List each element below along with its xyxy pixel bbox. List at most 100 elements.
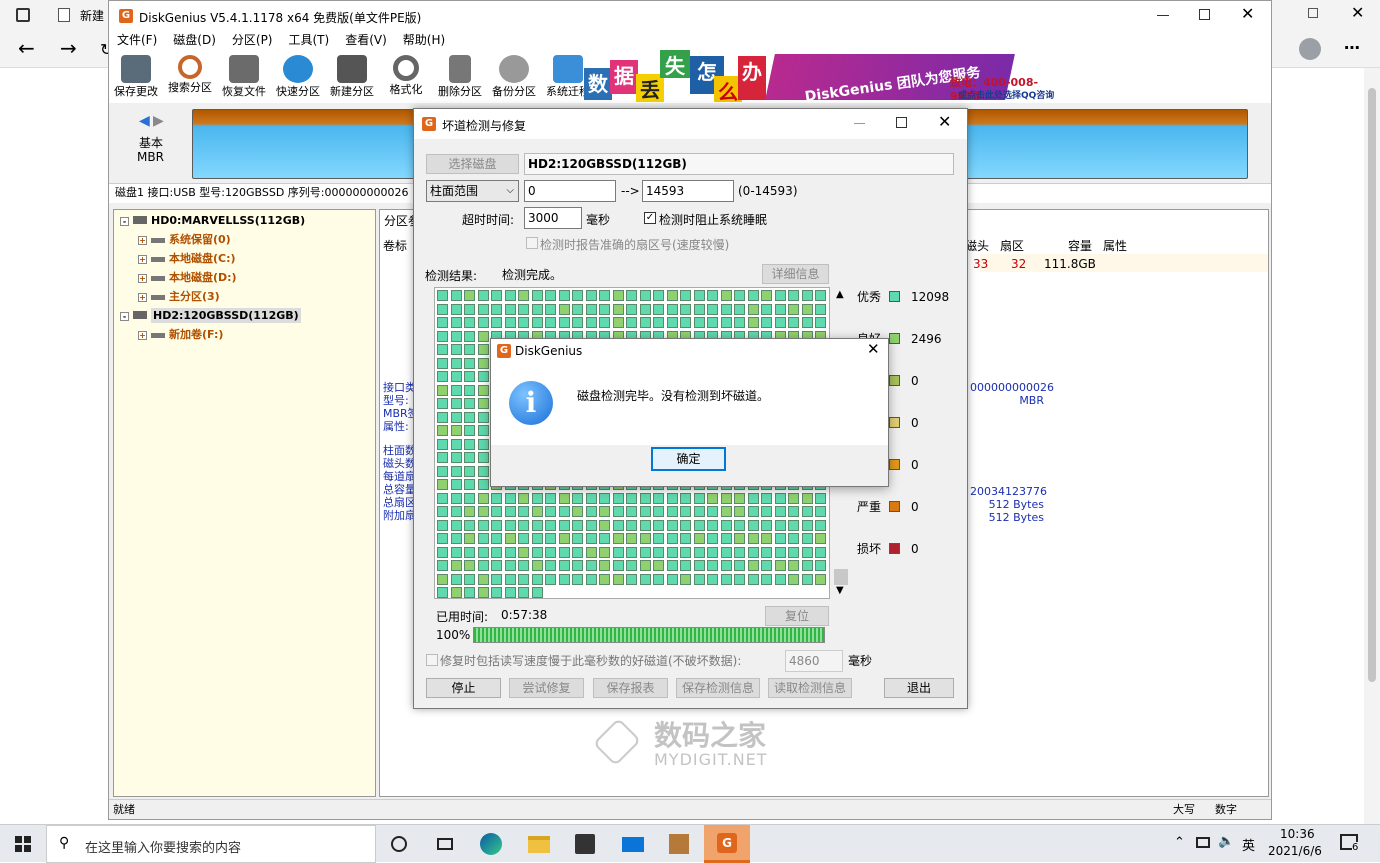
banner-char: 数: [584, 68, 612, 100]
quick-partition-button[interactable]: 快速分区: [271, 51, 325, 103]
save-report-button[interactable]: 保存报表: [593, 678, 668, 698]
minimize-icon[interactable]: [854, 123, 865, 124]
sector-cell: [626, 303, 637, 315]
scrollbar-thumb[interactable]: [834, 569, 848, 585]
recover-files-button[interactable]: 恢复文件: [217, 51, 271, 103]
volume-icon[interactable]: 🔈: [1218, 834, 1234, 849]
sector-cell: [666, 303, 678, 315]
repair-ms-input[interactable]: 4860: [785, 650, 843, 672]
range-mode-select[interactable]: 柱面范围 ⌵: [426, 180, 519, 202]
stop-button[interactable]: 停止: [426, 678, 501, 698]
load-detect-info-button[interactable]: 读取检测信息: [768, 678, 852, 698]
prev-disk-icon[interactable]: ◀: [139, 113, 150, 129]
menu-partition[interactable]: 分区(P): [224, 31, 281, 51]
ok-button[interactable]: 确定: [651, 447, 726, 471]
maximize-icon[interactable]: [896, 117, 907, 128]
tree-item[interactable]: + 系统保留(0): [138, 230, 231, 249]
clock-date[interactable]: 2021/6/6: [1268, 844, 1322, 858]
exit-button[interactable]: 退出: [884, 678, 954, 698]
scrollbar-thumb[interactable]: [1368, 88, 1376, 682]
clock-time[interactable]: 10:36: [1280, 827, 1315, 841]
tree-item[interactable]: + 新加卷(F:): [138, 325, 223, 344]
reset-button[interactable]: 复位: [765, 606, 829, 626]
scroll-up-icon[interactable]: ▲: [836, 289, 844, 300]
watermark-line1: 数码之家: [654, 719, 767, 752]
sector-cell: [572, 519, 583, 531]
report-sector-checkbox[interactable]: [526, 237, 538, 249]
detail-info-button[interactable]: 详细信息: [762, 264, 829, 284]
sector-cell: [558, 573, 570, 585]
close-icon[interactable]: ✕: [1241, 4, 1254, 23]
menu-help[interactable]: 帮助(H): [395, 31, 453, 51]
tree-item[interactable]: - HD0:MARVELLSS(112GB): [120, 211, 305, 230]
save-detect-info-button[interactable]: 保存检测信息: [676, 678, 760, 698]
disk-tree: - HD0:MARVELLSS(112GB) + 系统保留(0) + 本地磁盘(C:)…: [113, 209, 376, 797]
sector-cell: [464, 411, 475, 423]
close-browser-icon[interactable]: ✕: [1351, 3, 1364, 22]
sector-cell: [693, 560, 705, 571]
sector-cell: [464, 519, 475, 531]
delete-partition-button[interactable]: 删除分区: [433, 51, 487, 103]
sector-cell: [788, 573, 799, 585]
sector-cell: [464, 546, 475, 558]
menu-disk[interactable]: 磁盘(D): [165, 31, 224, 51]
try-repair-button[interactable]: 尝试修复: [509, 678, 584, 698]
close-icon[interactable]: ✕: [867, 340, 880, 358]
task-view-icon[interactable]: [422, 825, 468, 863]
backup-partition-button[interactable]: 备份分区: [487, 51, 541, 103]
repair-option-checkbox[interactable]: [426, 654, 438, 666]
restore-browser-icon[interactable]: [1308, 8, 1318, 18]
store-icon[interactable]: [562, 825, 608, 863]
edge-icon[interactable]: [468, 825, 514, 863]
cortana-icon[interactable]: [376, 825, 422, 863]
search-partition-button[interactable]: 搜索分区: [163, 51, 217, 103]
browser-tab-label[interactable]: 新建: [80, 7, 104, 24]
diskgenius-taskbar-icon[interactable]: G: [704, 825, 750, 863]
maximize-icon[interactable]: [1199, 9, 1210, 20]
sector-cell: [450, 465, 462, 477]
sector-cell: [599, 519, 610, 531]
close-icon[interactable]: ✕: [938, 112, 951, 131]
prevent-sleep-checkbox[interactable]: ✓: [644, 212, 656, 224]
browser-scrollbar[interactable]: [1364, 68, 1380, 824]
ime-indicator[interactable]: 英: [1242, 835, 1255, 854]
partition-icon: [151, 333, 165, 338]
tree-item-selected[interactable]: - HD2:120GBSSD(112GB): [120, 306, 301, 325]
sector-cell: [747, 519, 759, 531]
select-disk-button[interactable]: 选择磁盘: [426, 154, 519, 174]
tree-item[interactable]: + 主分区(3): [138, 287, 220, 306]
forward-icon[interactable]: →: [60, 38, 77, 58]
save-changes-button[interactable]: 保存更改: [109, 51, 163, 103]
more-icon[interactable]: ⋯: [1344, 38, 1360, 57]
sector-cell: [464, 290, 475, 301]
sector-cell: [464, 317, 475, 328]
timeout-input[interactable]: 3000: [524, 207, 582, 229]
package-icon[interactable]: [656, 825, 702, 863]
network-icon[interactable]: [1196, 837, 1210, 848]
tray-chevron-icon[interactable]: ⌃: [1174, 835, 1185, 850]
start-button[interactable]: [0, 825, 46, 863]
profile-avatar[interactable]: [1299, 38, 1321, 60]
disk-type-label: 基本: [139, 136, 164, 150]
tree-item[interactable]: + 本地磁盘(C:): [138, 249, 236, 268]
tree-item[interactable]: + 本地磁盘(D:): [138, 268, 237, 287]
range-to-input[interactable]: 14593: [642, 180, 734, 202]
menu-tools[interactable]: 工具(T): [281, 31, 338, 51]
back-icon[interactable]: ←: [18, 38, 35, 58]
minimize-icon[interactable]: [1157, 15, 1169, 16]
format-button[interactable]: 格式化: [379, 51, 433, 103]
legend-swatch: [889, 375, 900, 386]
mail-icon[interactable]: [610, 825, 656, 863]
menu-file[interactable]: 文件(F): [109, 31, 165, 51]
ad-banner[interactable]: 数 据 丢 失 怎 么 办 DiskGenius 团队为您服务 致电：400-0…: [584, 50, 1062, 105]
menu-view[interactable]: 查看(V): [337, 31, 395, 51]
file-explorer-icon[interactable]: [516, 825, 562, 863]
new-partition-button[interactable]: 新建分区: [325, 51, 379, 103]
search-box[interactable]: ⚲ 在这里输入你要搜索的内容: [46, 825, 376, 863]
tab-actions-icon[interactable]: [16, 8, 30, 22]
next-disk-icon[interactable]: ▶: [153, 113, 164, 129]
scroll-down-icon[interactable]: ▼: [836, 585, 844, 596]
range-from-input[interactable]: 0: [524, 180, 616, 202]
sector-cell: [450, 519, 462, 531]
sector-cell: [734, 506, 745, 517]
